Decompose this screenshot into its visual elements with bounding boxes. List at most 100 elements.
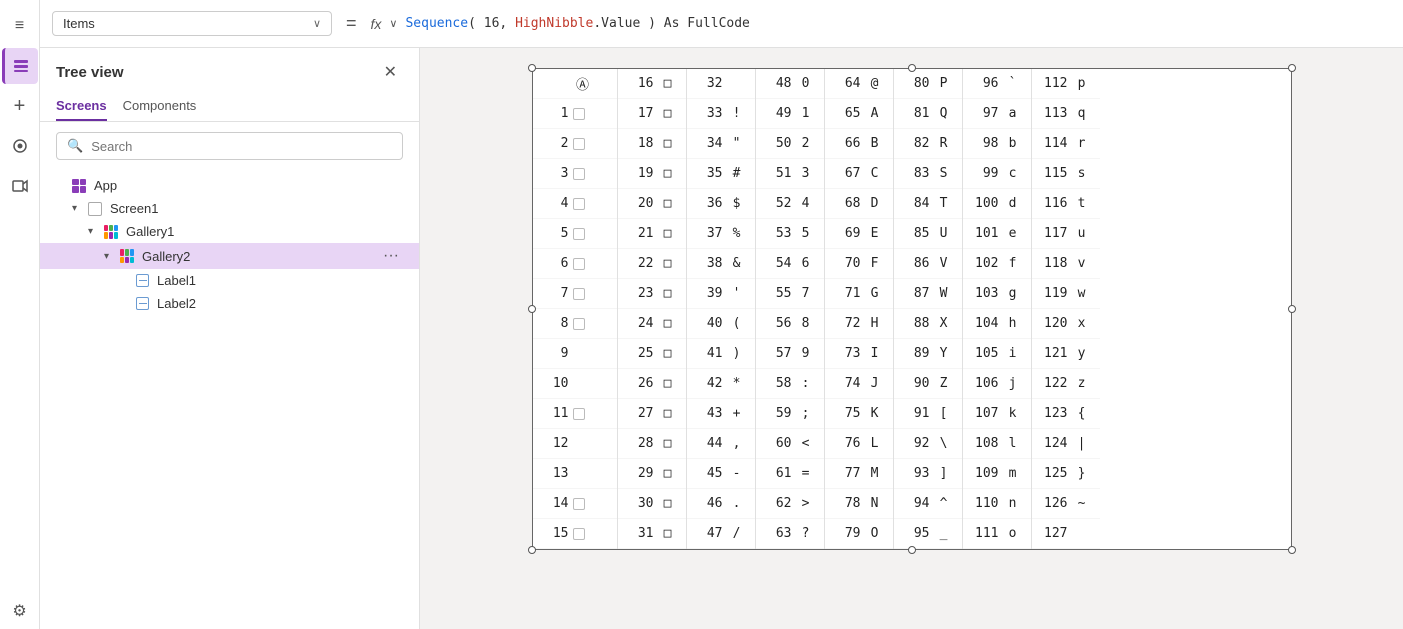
- row-number: 44: [695, 436, 723, 451]
- items-dropdown[interactable]: Items ∨: [52, 11, 332, 36]
- tree-close-button[interactable]: ✕: [378, 60, 403, 84]
- row-number: 35: [695, 166, 723, 181]
- row-number: 64: [833, 76, 861, 91]
- ascii-row: 18□: [618, 129, 686, 159]
- ascii-row: 8: [533, 309, 617, 339]
- row-number: 89: [902, 346, 930, 361]
- handle-tr[interactable]: [1288, 64, 1296, 72]
- checkbox[interactable]: [573, 228, 585, 240]
- row-number: 124: [1040, 436, 1068, 451]
- row-char: □: [658, 496, 678, 511]
- row-number: 2: [541, 136, 569, 151]
- row-char: b: [1003, 136, 1023, 151]
- search-input[interactable]: [91, 139, 392, 154]
- ascii-row: 42*: [687, 369, 755, 399]
- row-char: □: [658, 436, 678, 451]
- hamburger-menu-button[interactable]: ≡: [2, 8, 38, 44]
- row-char: [: [934, 406, 954, 421]
- row-char: .: [727, 496, 747, 511]
- ascii-row: 557: [756, 279, 824, 309]
- row-char: q: [1072, 106, 1092, 121]
- ascii-row: 23□: [618, 279, 686, 309]
- row-char: H: [865, 316, 885, 331]
- tree-item-label1[interactable]: Label1: [40, 269, 419, 292]
- row-char: B: [865, 136, 885, 151]
- handle-ml[interactable]: [528, 305, 536, 313]
- row-char: 2: [796, 136, 816, 151]
- tree-item-gallery1[interactable]: ▾ Gallery1: [40, 220, 419, 243]
- ascii-row: 27□: [618, 399, 686, 429]
- tree-item-app[interactable]: App: [40, 174, 419, 197]
- handle-tl[interactable]: [528, 64, 536, 72]
- row-number: 26: [626, 376, 654, 391]
- row-char: ;: [796, 406, 816, 421]
- ascii-row: 66B: [825, 129, 893, 159]
- row-char: }: [1072, 466, 1092, 481]
- ascii-row: 2: [533, 129, 617, 159]
- row-number: 86: [902, 256, 930, 271]
- handle-tc[interactable]: [908, 64, 916, 72]
- ascii-row: 10: [533, 369, 617, 399]
- formula-chevron[interactable]: ∨: [389, 17, 397, 30]
- row-number: 37: [695, 226, 723, 241]
- row-number: 67: [833, 166, 861, 181]
- row-number: 105: [971, 346, 999, 361]
- row-number: 43: [695, 406, 723, 421]
- ascii-row: 95_: [894, 519, 962, 549]
- row-number: 63: [764, 526, 792, 541]
- tree-item-screen1[interactable]: ▾ Screen1: [40, 197, 419, 220]
- tab-components[interactable]: Components: [123, 92, 197, 121]
- add-button[interactable]: +: [2, 88, 38, 124]
- ascii-row: 126~: [1032, 489, 1100, 519]
- tree-view-button[interactable]: [2, 48, 38, 84]
- checkbox[interactable]: [573, 138, 585, 150]
- row-number: 77: [833, 466, 861, 481]
- settings-button[interactable]: ⚙: [2, 593, 38, 629]
- handle-bc[interactable]: [908, 546, 916, 554]
- checkbox[interactable]: [573, 318, 585, 330]
- ascii-row: 68D: [825, 189, 893, 219]
- row-char: I: [865, 346, 885, 361]
- checkbox[interactable]: [573, 198, 585, 210]
- row-number: 95: [902, 526, 930, 541]
- row-number: 106: [971, 376, 999, 391]
- handle-mr[interactable]: [1288, 305, 1296, 313]
- row-char: 1: [796, 106, 816, 121]
- ascii-row: 9: [533, 339, 617, 369]
- ascii-row: 100d: [963, 189, 1031, 219]
- row-number: 125: [1040, 466, 1068, 481]
- checkbox[interactable]: [573, 258, 585, 270]
- row-number: 9: [541, 346, 569, 361]
- tab-screens[interactable]: Screens: [56, 92, 107, 121]
- components-button[interactable]: [2, 128, 38, 164]
- row-number: 99: [971, 166, 999, 181]
- checkbox[interactable]: [573, 528, 585, 540]
- row-number: 13: [541, 466, 569, 481]
- ascii-row: 83S: [894, 159, 962, 189]
- checkbox[interactable]: [573, 108, 585, 120]
- checkbox[interactable]: [573, 168, 585, 180]
- row-char: o: [1003, 526, 1023, 541]
- row-number: 8: [541, 316, 569, 331]
- checkbox[interactable]: [573, 498, 585, 510]
- row-number: 85: [902, 226, 930, 241]
- handle-br[interactable]: [1288, 546, 1296, 554]
- row-number: 39: [695, 286, 723, 301]
- ascii-section-7: 112p113q114r115s116t117u118v119w120x121y…: [1032, 69, 1100, 549]
- checkbox[interactable]: [573, 408, 585, 420]
- ascii-row: 65A: [825, 99, 893, 129]
- ascii-row: 12: [533, 429, 617, 459]
- app-label: App: [94, 178, 403, 193]
- more-options-button[interactable]: ···: [379, 247, 403, 265]
- tree-item-label2[interactable]: Label2: [40, 292, 419, 315]
- media-button[interactable]: [2, 168, 38, 204]
- handle-bl[interactable]: [528, 546, 536, 554]
- row-number: 72: [833, 316, 861, 331]
- row-char: $: [727, 196, 747, 211]
- row-char: □: [658, 166, 678, 181]
- row-char: &: [727, 256, 747, 271]
- tree-item-gallery2[interactable]: ▾ Gallery2 ···: [40, 243, 419, 269]
- ascii-row: 39': [687, 279, 755, 309]
- ascii-row: 25□: [618, 339, 686, 369]
- checkbox[interactable]: [573, 288, 585, 300]
